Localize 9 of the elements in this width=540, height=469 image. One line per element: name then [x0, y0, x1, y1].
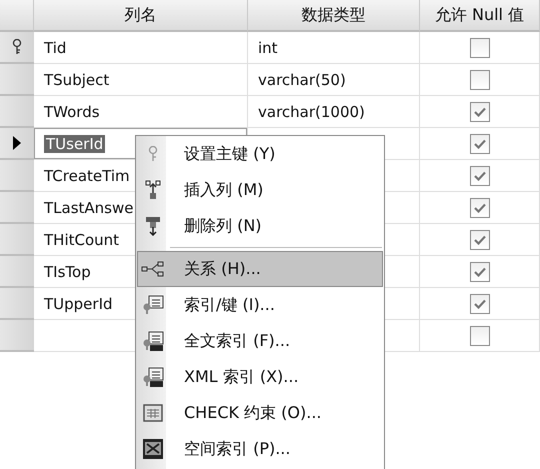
column-name: TUserId [44, 134, 106, 152]
column-name: TLastAnswe [44, 198, 134, 216]
column-name: TIsTop [44, 262, 91, 280]
column-name: Tid [44, 38, 66, 56]
column-name: TSubject [44, 70, 110, 88]
column-name: TWords [44, 102, 100, 120]
column-name: TUpperId [44, 294, 113, 312]
column-name: THitCount [44, 230, 120, 248]
column-name: TCreateTim [44, 166, 130, 184]
